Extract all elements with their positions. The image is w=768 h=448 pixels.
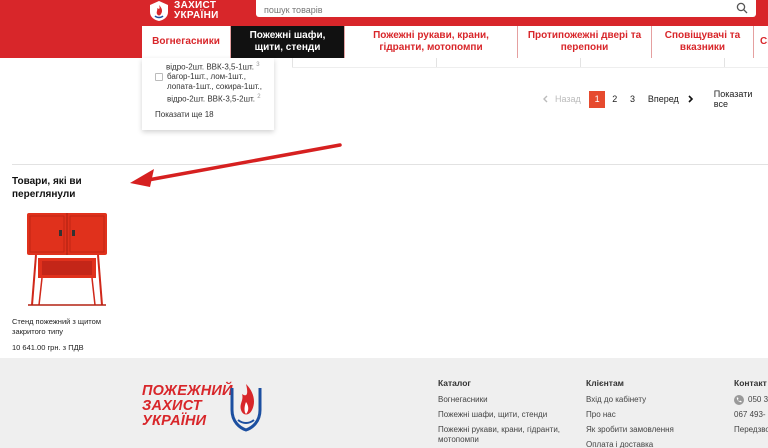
footer-clients-column: Клієнтам Вхід до кабінету Про нас Як зро… <box>586 378 706 448</box>
footer-link-how-to-order[interactable]: Як зробити замовлення <box>586 425 706 435</box>
footer-contacts-title: Контакт <box>734 378 767 388</box>
footer-link-login[interactable]: Вхід до кабінету <box>586 395 706 405</box>
footer-link-payment-delivery[interactable]: Оплата і доставка <box>586 440 706 448</box>
nav-item-truncated[interactable]: Спо <box>754 26 768 58</box>
viewed-product-card[interactable]: Стенд пожежний з щитом закритого типу 10… <box>12 210 122 352</box>
viewed-products-title: Товари, які ви переглянули <box>12 176 82 200</box>
show-all-link[interactable]: Показати все <box>714 89 768 109</box>
nav-item-detectors[interactable]: Сповіщувачі та вказники <box>652 26 754 58</box>
footer-link-hoses[interactable]: Пожежні рукави, крани, гідранти, мотопом… <box>438 425 568 445</box>
footer-phone-1[interactable]: 050 336- <box>734 395 768 405</box>
footer-link-about[interactable]: Про нас <box>586 410 706 420</box>
pagination-page-2[interactable]: 2 <box>606 91 623 108</box>
footer-catalog-column: Каталог Вогнегасники Пожежні шафи, щити,… <box>438 378 568 448</box>
footer-logo[interactable]: ПОЖЕЖНИЙ ЗАХИСТ УКРАЇНИ <box>142 380 272 434</box>
filter-option-1[interactable]: відро-2шт. ВВК-3,5-1шт. 3 <box>166 60 260 73</box>
pagination-prev[interactable]: Назад <box>542 94 581 104</box>
footer-catalog-title: Каталог <box>438 378 471 388</box>
filter-option-2-count: 2 <box>257 94 261 100</box>
footer-logo-line-3: УКРАЇНИ <box>142 413 207 429</box>
flame-shield-icon <box>230 384 262 432</box>
footer-contacts-column: Контакт 050 336- 067 493- Передзво <box>734 378 768 435</box>
show-more-link[interactable]: Показати ще 18 <box>155 110 214 120</box>
filter-option-2[interactable]: багор-1шт., лом-1шт., лопата-1шт., сокир… <box>167 72 272 105</box>
filter-dropdown: відро-2шт. ВВК-3,5-1шт. 3 багор-1шт., ло… <box>142 58 274 130</box>
fire-stand-image[interactable] <box>22 210 122 308</box>
product-name[interactable]: Стенд пожежний з щитом закритого типу <box>12 317 112 337</box>
nav-item-hoses[interactable]: Пожежні рукави, крани, гідранти, мотопом… <box>345 26 518 58</box>
product-price: 10 641.00 грн. з ПДВ <box>12 343 84 352</box>
chevron-right-icon <box>688 95 693 103</box>
pagination-page-1[interactable]: 1 <box>588 90 606 108</box>
header-logo[interactable]: ЗАХИСТ УКРАЇНИ <box>148 0 238 22</box>
site-footer: ПОЖЕЖНИЙ ЗАХИСТ УКРАЇНИ Каталог Вогнегас… <box>0 358 768 448</box>
footer-link-cabinets[interactable]: Пожежні шафи, щити, стенди <box>438 410 568 420</box>
footer-clients-title: Клієнтам <box>586 378 624 388</box>
footer-logo-line-1: ПОЖЕЖНИЙ <box>142 383 233 399</box>
product-grid-bottom <box>292 58 768 68</box>
footer-logo-line-2: ЗАХИСТ <box>142 398 202 414</box>
flame-shield-icon <box>150 1 168 21</box>
footer-link-extinguishers[interactable]: Вогнегасники <box>438 395 568 405</box>
category-nav: Вогнегасники Пожежні шафи, щити, стенди … <box>142 26 768 58</box>
search-icon[interactable] <box>736 2 748 14</box>
chevron-left-icon <box>543 95 548 103</box>
nav-item-extinguishers[interactable]: Вогнегасники <box>142 26 231 58</box>
nav-item-cabinets[interactable]: Пожежні шафи, щити, стенди <box>231 26 345 58</box>
footer-callback-note[interactable]: Передзво <box>734 425 768 435</box>
logo-line-2: УКРАЇНИ <box>174 10 219 21</box>
phone-icon <box>734 395 744 405</box>
pagination-prev-label: Назад <box>555 94 581 104</box>
pagination-next[interactable]: Вперед <box>648 94 694 104</box>
filter-option-2-label: багор-1шт., лом-1шт., лопата-1шт., сокир… <box>167 72 262 104</box>
filter-option-1-label: відро-2шт. ВВК-3,5-1шт. <box>166 62 254 72</box>
pagination-next-label: Вперед <box>647 94 679 104</box>
search-input[interactable] <box>256 1 726 19</box>
search-box <box>256 0 756 19</box>
pagination: Назад 1 2 3 Вперед Показати все <box>542 89 768 109</box>
footer-phone-2[interactable]: 067 493- <box>734 410 768 420</box>
nav-item-doors[interactable]: Протипожежні двері та перепони <box>518 26 652 58</box>
red-arrow-annotation <box>130 143 342 187</box>
footer-phone-1-text: 050 336- <box>748 395 768 404</box>
filter-option-1-count: 3 <box>256 62 260 68</box>
filter-checkbox[interactable] <box>155 73 163 81</box>
pagination-page-3[interactable]: 3 <box>624 91 641 108</box>
